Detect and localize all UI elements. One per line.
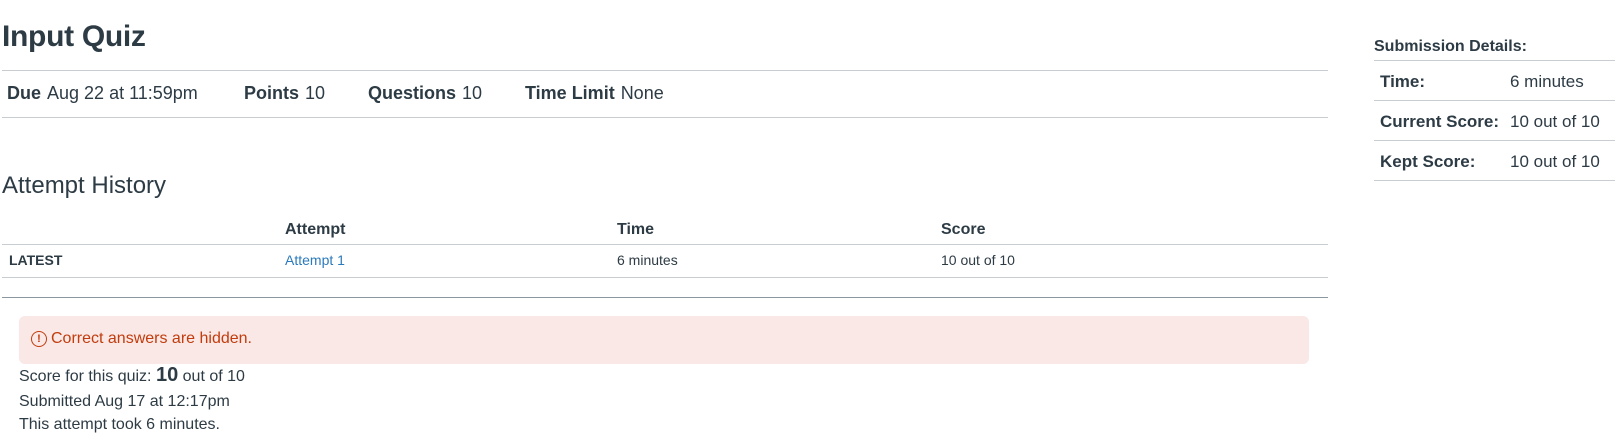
- warning-circle-icon: !: [31, 331, 47, 347]
- attempt-time: 6 minutes: [617, 252, 678, 268]
- submission-details-panel: Submission Details: Time: 6 minutes Curr…: [1374, 36, 1615, 181]
- attempt-history-title: Attempt History: [2, 172, 167, 199]
- meta-time-limit-value: None: [620, 83, 664, 103]
- latest-tag: LATEST: [9, 252, 63, 268]
- quiz-meta-bar: Due Aug 22 at 11:59pm Points 10 Questions 1…: [2, 70, 1328, 118]
- detail-value: 10 out of 10: [1510, 112, 1600, 131]
- column-header-time: Time: [617, 221, 655, 238]
- detail-row-current-score: Current Score: 10 out of 10: [1374, 101, 1615, 141]
- score-suffix: out of 10: [178, 368, 245, 385]
- duration-line: This attempt took 6 minutes.: [19, 416, 220, 433]
- detail-value: 6 minutes: [1510, 72, 1584, 91]
- meta-questions-label: Questions: [368, 83, 457, 103]
- score-prefix: Score for this quiz:: [19, 368, 156, 385]
- meta-points-value: 10: [305, 83, 326, 103]
- column-header-attempt: Attempt: [285, 221, 346, 238]
- table-row: LATEST Attempt 1 6 minutes 10 out of 10: [2, 246, 1328, 278]
- detail-row-time: Time: 6 minutes: [1374, 61, 1615, 101]
- attempt-score: 10 out of 10: [941, 252, 1015, 268]
- meta-questions: Questions 10: [368, 83, 482, 104]
- meta-points: Points 10: [244, 83, 325, 104]
- meta-questions-value: 10: [462, 83, 483, 103]
- column-header-score: Score: [941, 221, 986, 238]
- section-divider: [2, 297, 1328, 298]
- meta-due: Due Aug 22 at 11:59pm: [7, 83, 198, 104]
- meta-time-limit-label: Time Limit: [525, 83, 615, 103]
- attempt-history-header: Attempt Time Score: [2, 218, 1328, 245]
- detail-row-kept-score: Kept Score: 10 out of 10: [1374, 141, 1615, 181]
- submitted-line: Submitted Aug 17 at 12:17pm: [19, 393, 230, 410]
- meta-due-label: Due: [7, 83, 42, 103]
- detail-label: Time:: [1380, 72, 1426, 91]
- score-value: 10: [155, 364, 179, 386]
- detail-label: Current Score:: [1380, 112, 1500, 131]
- page-title: Input Quiz: [2, 20, 146, 53]
- meta-time-limit: Time Limit None: [525, 83, 664, 104]
- detail-value: 10 out of 10: [1510, 152, 1600, 171]
- submission-details-title: Submission Details:: [1374, 36, 1615, 61]
- attempt-link[interactable]: Attempt 1: [285, 252, 345, 268]
- meta-points-label: Points: [244, 83, 300, 103]
- answers-hidden-alert: ! Correct answers are hidden.: [19, 316, 1309, 364]
- quiz-score-line: Score for this quiz: 10 out of 10: [19, 364, 245, 387]
- alert-text: Correct answers are hidden.: [51, 330, 252, 347]
- meta-due-value: Aug 22 at 11:59pm: [47, 83, 198, 103]
- detail-label: Kept Score:: [1380, 152, 1476, 171]
